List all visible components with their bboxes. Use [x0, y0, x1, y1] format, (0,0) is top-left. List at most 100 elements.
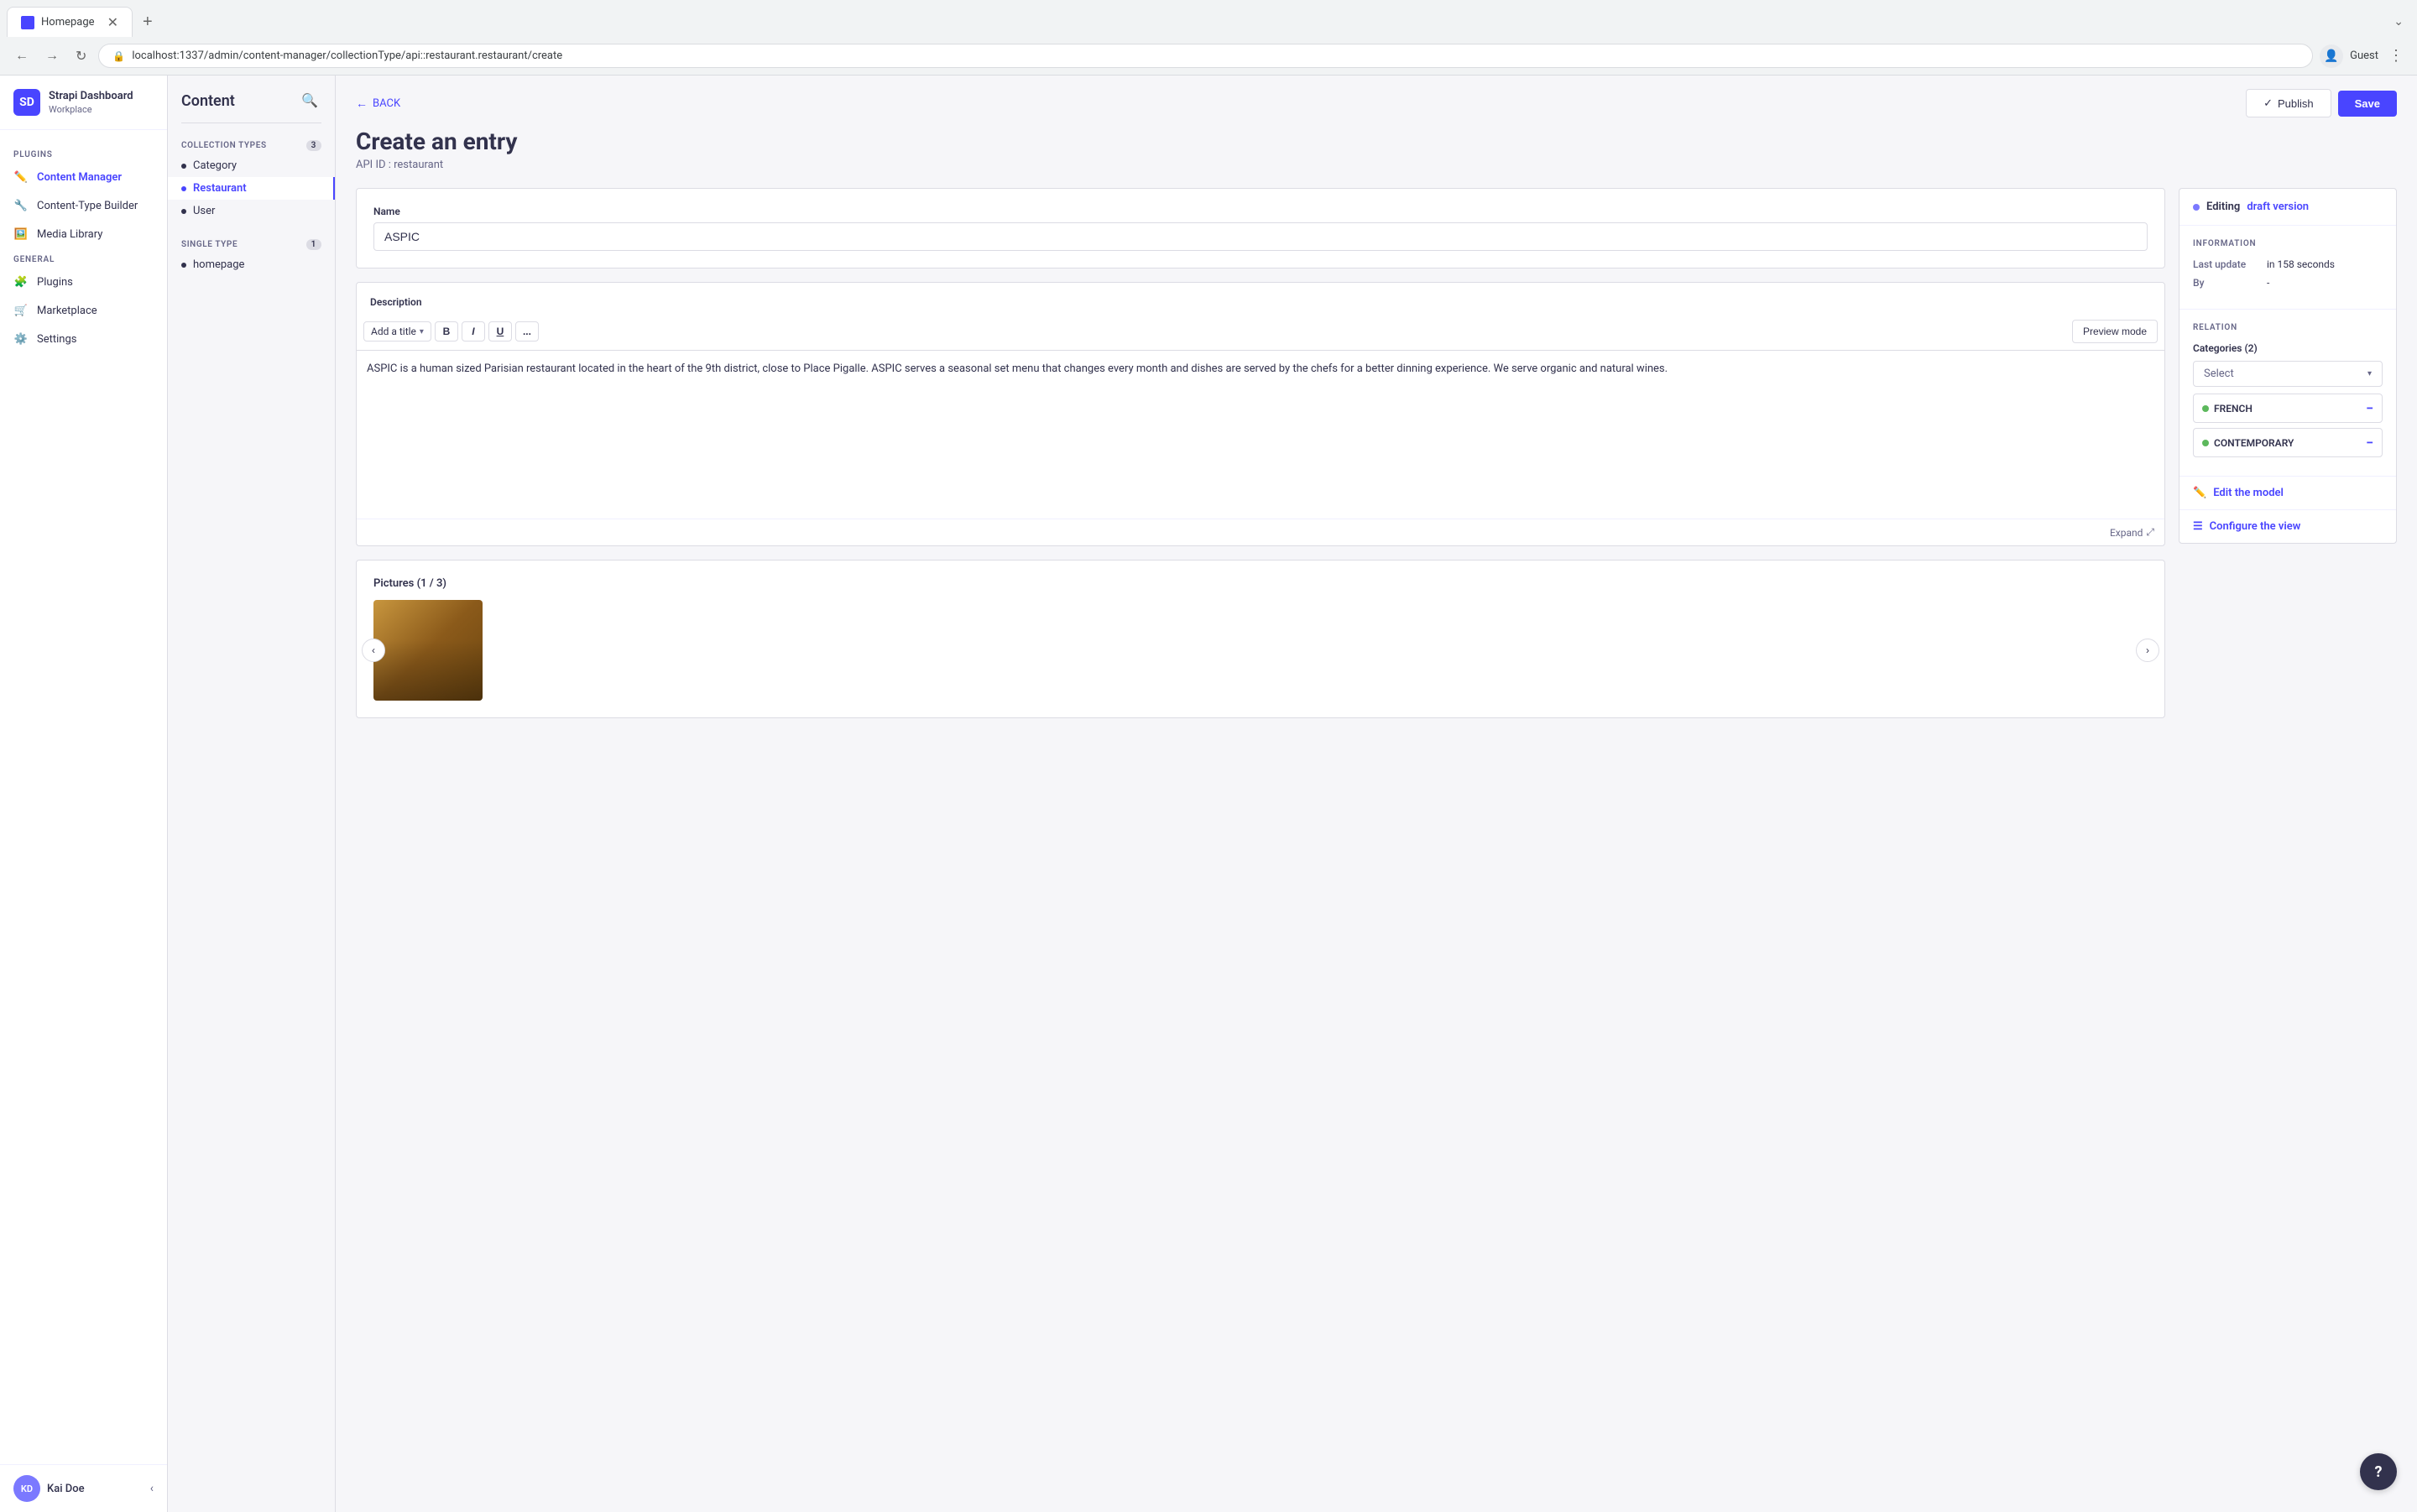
- select-placeholder: Select: [2204, 368, 2234, 380]
- publish-label: Publish: [2278, 97, 2314, 110]
- tab-close-button[interactable]: ✕: [107, 14, 118, 30]
- description-content[interactable]: ASPIC is a human sized Parisian restaura…: [357, 351, 2164, 519]
- add-title-select[interactable]: Add a title ▾: [363, 321, 431, 342]
- rich-text-toolbar: Add a title ▾ B I U ... Preview mode: [357, 313, 2164, 351]
- picture-next-button[interactable]: ›: [2136, 639, 2159, 662]
- new-tab-button[interactable]: +: [136, 9, 159, 35]
- french-dot: [2202, 405, 2209, 412]
- configure-view-button[interactable]: ☰ Configure the view: [2179, 509, 2396, 543]
- browser-chrome: Homepage ✕ + ⌄ ← → ↻ 🔒 localhost:1337/ad…: [0, 0, 2417, 76]
- homepage-label: homepage: [193, 258, 244, 271]
- restaurant-label: Restaurant: [193, 182, 247, 195]
- user-dot: [181, 209, 186, 214]
- configure-view-icon: ☰: [2193, 520, 2203, 533]
- sidebar-item-content-manager[interactable]: ✏️ Content Manager: [0, 163, 167, 191]
- tab-favicon: [21, 16, 34, 29]
- info-section-label: INFORMATION: [2193, 239, 2383, 248]
- edit-model-icon: ✏️: [2193, 487, 2206, 499]
- restaurant-dot: [181, 186, 186, 191]
- forward-browser-button[interactable]: →: [40, 45, 64, 67]
- categories-select[interactable]: Select ▾: [2193, 361, 2383, 387]
- description-card: Description Add a title ▾ B I U ... Prev…: [356, 282, 2165, 546]
- name-card: Name: [356, 188, 2165, 269]
- by-key: By: [2193, 277, 2260, 289]
- more-button[interactable]: ...: [515, 321, 539, 342]
- marketplace-icon: 🛒: [13, 303, 29, 318]
- user-name: Kai Doe: [47, 1483, 85, 1495]
- bold-button[interactable]: B: [435, 321, 458, 342]
- description-header: Description: [357, 283, 2164, 308]
- tag-contemporary: CONTEMPORARY −: [2193, 428, 2383, 457]
- preview-mode-button[interactable]: Preview mode: [2072, 320, 2158, 343]
- sidebar-item-marketplace[interactable]: 🛒 Marketplace: [0, 296, 167, 325]
- collection-types-count: 3: [306, 140, 321, 151]
- sidebar-item-marketplace-label: Marketplace: [37, 305, 97, 317]
- reload-browser-button[interactable]: ↻: [70, 44, 91, 68]
- profile-button[interactable]: 👤: [2320, 44, 2343, 68]
- underline-button[interactable]: U: [488, 321, 512, 342]
- sidebar-footer: KD Kai Doe ‹: [0, 1464, 167, 1512]
- main-form: Name Description Add a title ▾ B I: [356, 188, 2165, 718]
- address-bar[interactable]: 🔒 localhost:1337/admin/content-manager/c…: [98, 44, 2313, 68]
- picture-prev-button[interactable]: ‹: [362, 639, 385, 662]
- last-update-val: in 158 seconds: [2267, 258, 2335, 270]
- page-title: Create an entry: [336, 128, 2417, 159]
- sidebar-item-content-type-builder[interactable]: 🔧 Content-Type Builder: [0, 191, 167, 220]
- draft-link[interactable]: draft version: [2247, 201, 2309, 213]
- category-label: Category: [193, 159, 237, 172]
- content-item-homepage[interactable]: homepage: [168, 253, 335, 276]
- chevron-down-icon: ▾: [420, 327, 424, 336]
- single-type-count: 1: [306, 239, 321, 250]
- sidebar: SD Strapi Dashboard Workplace PLUGINS ✏️…: [0, 76, 168, 1512]
- select-chevron-icon: ▾: [2367, 369, 2372, 378]
- browser-menu-button[interactable]: ⋮: [2385, 44, 2407, 68]
- content-search-button[interactable]: 🔍: [298, 89, 321, 112]
- remove-french-button[interactable]: −: [2366, 400, 2373, 416]
- back-link[interactable]: ← BACK: [356, 96, 400, 111]
- sidebar-nav: PLUGINS ✏️ Content Manager 🔧 Content-Typ…: [0, 130, 167, 1464]
- expand-button[interactable]: Expand ⤢: [2110, 526, 2154, 539]
- main-content: Name Description Add a title ▾ B I: [336, 188, 2417, 738]
- publish-check-icon: ✓: [2263, 96, 2273, 110]
- configure-view-label: Configure the view: [2210, 520, 2301, 533]
- sidebar-item-media-library[interactable]: 🖼️ Media Library: [0, 220, 167, 248]
- sidebar-item-plugins[interactable]: 🧩 Plugins: [0, 268, 167, 296]
- sidebar-logo: SD Strapi Dashboard Workplace: [0, 76, 167, 130]
- content-panel-title: Content: [181, 92, 235, 110]
- sidebar-item-settings[interactable]: ⚙️ Settings: [0, 325, 167, 353]
- back-browser-button[interactable]: ←: [10, 45, 34, 67]
- name-input[interactable]: [373, 222, 2148, 251]
- main-header: ← BACK ✓ Publish Save: [336, 76, 2417, 128]
- help-button[interactable]: ?: [2360, 1453, 2397, 1490]
- sidebar-item-plugins-label: Plugins: [37, 276, 73, 289]
- content-item-user[interactable]: User: [168, 200, 335, 222]
- tab-label: Homepage: [41, 16, 95, 29]
- italic-button[interactable]: I: [462, 321, 485, 342]
- content-item-category[interactable]: Category: [168, 154, 335, 177]
- french-label: FRENCH: [2214, 403, 2253, 414]
- save-button[interactable]: Save: [2338, 91, 2397, 117]
- sidebar-item-content-type-builder-label: Content-Type Builder: [37, 200, 138, 212]
- expand-icon: ⤢: [2146, 526, 2154, 539]
- sidebar-collapse-button[interactable]: ‹: [150, 1482, 154, 1495]
- logo-title: Strapi Dashboard: [49, 90, 133, 104]
- name-label: Name: [373, 206, 2148, 217]
- remove-contemporary-button[interactable]: −: [2366, 435, 2373, 451]
- browser-tab-homepage[interactable]: Homepage ✕: [7, 7, 133, 37]
- edit-model-button[interactable]: ✏️ Edit the model: [2179, 476, 2396, 509]
- sidebar-item-settings-label: Settings: [37, 333, 76, 346]
- content-item-restaurant[interactable]: Restaurant: [168, 177, 335, 200]
- address-text: localhost:1337/admin/content-manager/col…: [132, 50, 562, 62]
- settings-icon: ⚙️: [13, 331, 29, 347]
- pictures-card: Pictures (1 / 3) ‹ ›: [356, 560, 2165, 718]
- main-area: ← BACK ✓ Publish Save Create an entry AP…: [336, 76, 2417, 1512]
- plugins-icon: 🧩: [13, 274, 29, 289]
- profile-label: Guest: [2350, 50, 2378, 62]
- tab-list-button[interactable]: ⌄: [2387, 12, 2410, 32]
- app-layout: SD Strapi Dashboard Workplace PLUGINS ✏️…: [0, 76, 2417, 1512]
- homepage-dot: [181, 263, 186, 268]
- logo-text-container: Strapi Dashboard Workplace: [49, 90, 133, 115]
- publish-button[interactable]: ✓ Publish: [2246, 89, 2331, 117]
- logo-initials: SD: [19, 96, 34, 109]
- back-label: BACK: [373, 97, 400, 110]
